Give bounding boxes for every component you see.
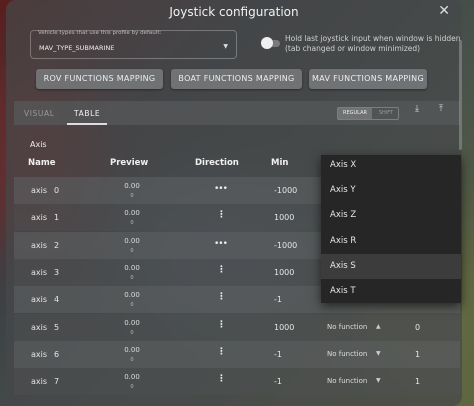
row-extra-value: 1	[415, 377, 421, 387]
table-row: axis 6 0.00 0 ⋮ -1 No function ▼ 1	[14, 340, 460, 368]
axis-name: axis	[31, 240, 48, 250]
axis-name: axis	[31, 186, 48, 195]
table-row: axis 7 0.00 0 ⋮ -1 No function ▼ 1	[14, 368, 460, 396]
preview-value: 0.00	[124, 345, 140, 354]
direction-vertical-icon[interactable]: ⋮	[217, 347, 226, 357]
preview-value: 0.00	[124, 373, 140, 382]
direction-vertical-icon[interactable]: ⋮	[217, 265, 226, 275]
direction-vertical-icon[interactable]: ⋮	[217, 320, 226, 330]
axis-index: 2	[54, 240, 60, 250]
chevron-down-icon[interactable]: ▼	[376, 350, 381, 357]
chevron-down-icon[interactable]: ▼	[376, 377, 381, 384]
preview-sub-value: 0	[130, 356, 134, 363]
preview-value: 0.00	[124, 236, 140, 245]
direction-vertical-icon[interactable]: ⋮	[217, 292, 226, 302]
column-min: Min	[271, 158, 289, 168]
axis-name: axis	[31, 322, 48, 332]
preview-value: 0.00	[124, 318, 140, 327]
direction-horizontal-icon[interactable]: •••	[214, 184, 228, 194]
hold-input-label: Hold last joystick input when window is …	[285, 34, 461, 53]
download-icon[interactable]: ⤓	[408, 104, 426, 120]
toggle-knob	[261, 37, 273, 49]
dropdown-option[interactable]: Axis R	[321, 229, 461, 254]
modifier-switch[interactable]: REGULAR SHIFT	[337, 107, 399, 120]
function-dropdown-menu: Axis XAxis YAxis ZAxis RAxis SAxis TNo f…	[321, 155, 461, 303]
axis-index: 6	[54, 349, 60, 359]
axis-index: 4	[54, 295, 60, 305]
axis-name: axis	[31, 267, 48, 277]
column-name: Name	[28, 158, 56, 168]
function-select-value[interactable]: No function	[327, 377, 367, 385]
min-value[interactable]: -1	[274, 295, 282, 304]
dropdown-option[interactable]: Axis S	[321, 253, 461, 279]
shift-option[interactable]: SHIFT	[374, 108, 398, 119]
dropdown-option[interactable]: Axis X	[321, 155, 461, 178]
preview-sub-value: 0	[130, 193, 134, 199]
column-direction: Direction	[195, 158, 239, 168]
function-select-value[interactable]: No function	[327, 323, 367, 331]
dropdown-option[interactable]: Axis Z	[321, 203, 461, 228]
direction-vertical-icon[interactable]: ⋮	[217, 374, 226, 384]
preview-sub-value: 0	[130, 329, 134, 336]
direction-vertical-icon[interactable]: ⋮	[217, 210, 226, 220]
rov-mapping-button[interactable]: ROV FUNCTIONS MAPPING	[36, 69, 163, 89]
axis-name: axis	[31, 349, 48, 359]
preview-sub-value: 0	[130, 220, 134, 227]
min-value[interactable]: -1	[274, 350, 282, 359]
min-value[interactable]: -1000	[274, 186, 297, 195]
axis-name: axis	[31, 295, 48, 305]
hold-input-toggle[interactable]	[261, 37, 280, 49]
close-icon[interactable]: ✕	[438, 3, 450, 19]
table-row: axis 5 0.00 0 ⋮ 1000 No function ▲ 0	[14, 313, 460, 341]
chevron-down-icon: ▼	[223, 43, 228, 50]
direction-horizontal-icon[interactable]: •••	[214, 239, 228, 249]
regular-option[interactable]: REGULAR	[338, 108, 372, 119]
active-tab-indicator	[67, 123, 107, 125]
axis-index: 3	[54, 267, 60, 277]
preview-sub-value: 0	[130, 247, 134, 254]
column-preview: Preview	[110, 158, 149, 168]
mav-mapping-button[interactable]: MAV FUNCTIONS MAPPING	[309, 69, 427, 89]
function-select-value[interactable]: No function	[327, 350, 367, 358]
tab-visual[interactable]: VISUAL	[24, 109, 55, 118]
row-extra-value: 1	[415, 349, 421, 359]
dialog-title: Joystick configuration	[169, 5, 299, 19]
vehicle-type-label: Vehicle types that use this profile by d…	[38, 30, 162, 36]
scrollbar[interactable]	[459, 40, 462, 150]
tab-table[interactable]: TABLE	[74, 109, 100, 118]
preview-sub-value: 0	[130, 302, 134, 309]
vehicle-type-select[interactable]: Vehicle types that use this profile by d…	[30, 30, 237, 59]
min-value[interactable]: -1	[274, 377, 282, 386]
preview-value: 0.00	[124, 182, 140, 190]
upload-icon[interactable]: ⤒	[432, 104, 450, 120]
min-value[interactable]: 1000	[274, 323, 294, 332]
preview-value: 0.00	[124, 209, 140, 218]
preview-sub-value: 0	[130, 274, 134, 281]
preview-value: 0.00	[124, 291, 140, 300]
row-extra-value: 0	[415, 322, 421, 332]
dropdown-option[interactable]: Axis T	[321, 279, 461, 303]
preview-value: 0.00	[124, 263, 140, 272]
section-title: Axis	[30, 140, 47, 149]
vehicle-type-value: MAV_TYPE_SUBMARINE	[39, 44, 115, 52]
min-value[interactable]: -1000	[274, 241, 297, 250]
axis-index: 1	[54, 213, 60, 223]
axis-index: 5	[54, 322, 60, 332]
min-value[interactable]: 1000	[274, 213, 294, 222]
axis-name: axis	[31, 213, 48, 223]
axis-index: 7	[54, 377, 60, 387]
axis-name: axis	[31, 377, 48, 387]
axis-index: 0	[54, 186, 60, 195]
chevron-up-icon[interactable]: ▲	[376, 323, 381, 330]
min-value[interactable]: 1000	[274, 268, 294, 277]
preview-sub-value: 0	[130, 384, 134, 391]
boat-mapping-button[interactable]: BOAT FUNCTIONS MAPPING	[171, 69, 302, 89]
dropdown-option[interactable]: Axis Y	[321, 178, 461, 203]
